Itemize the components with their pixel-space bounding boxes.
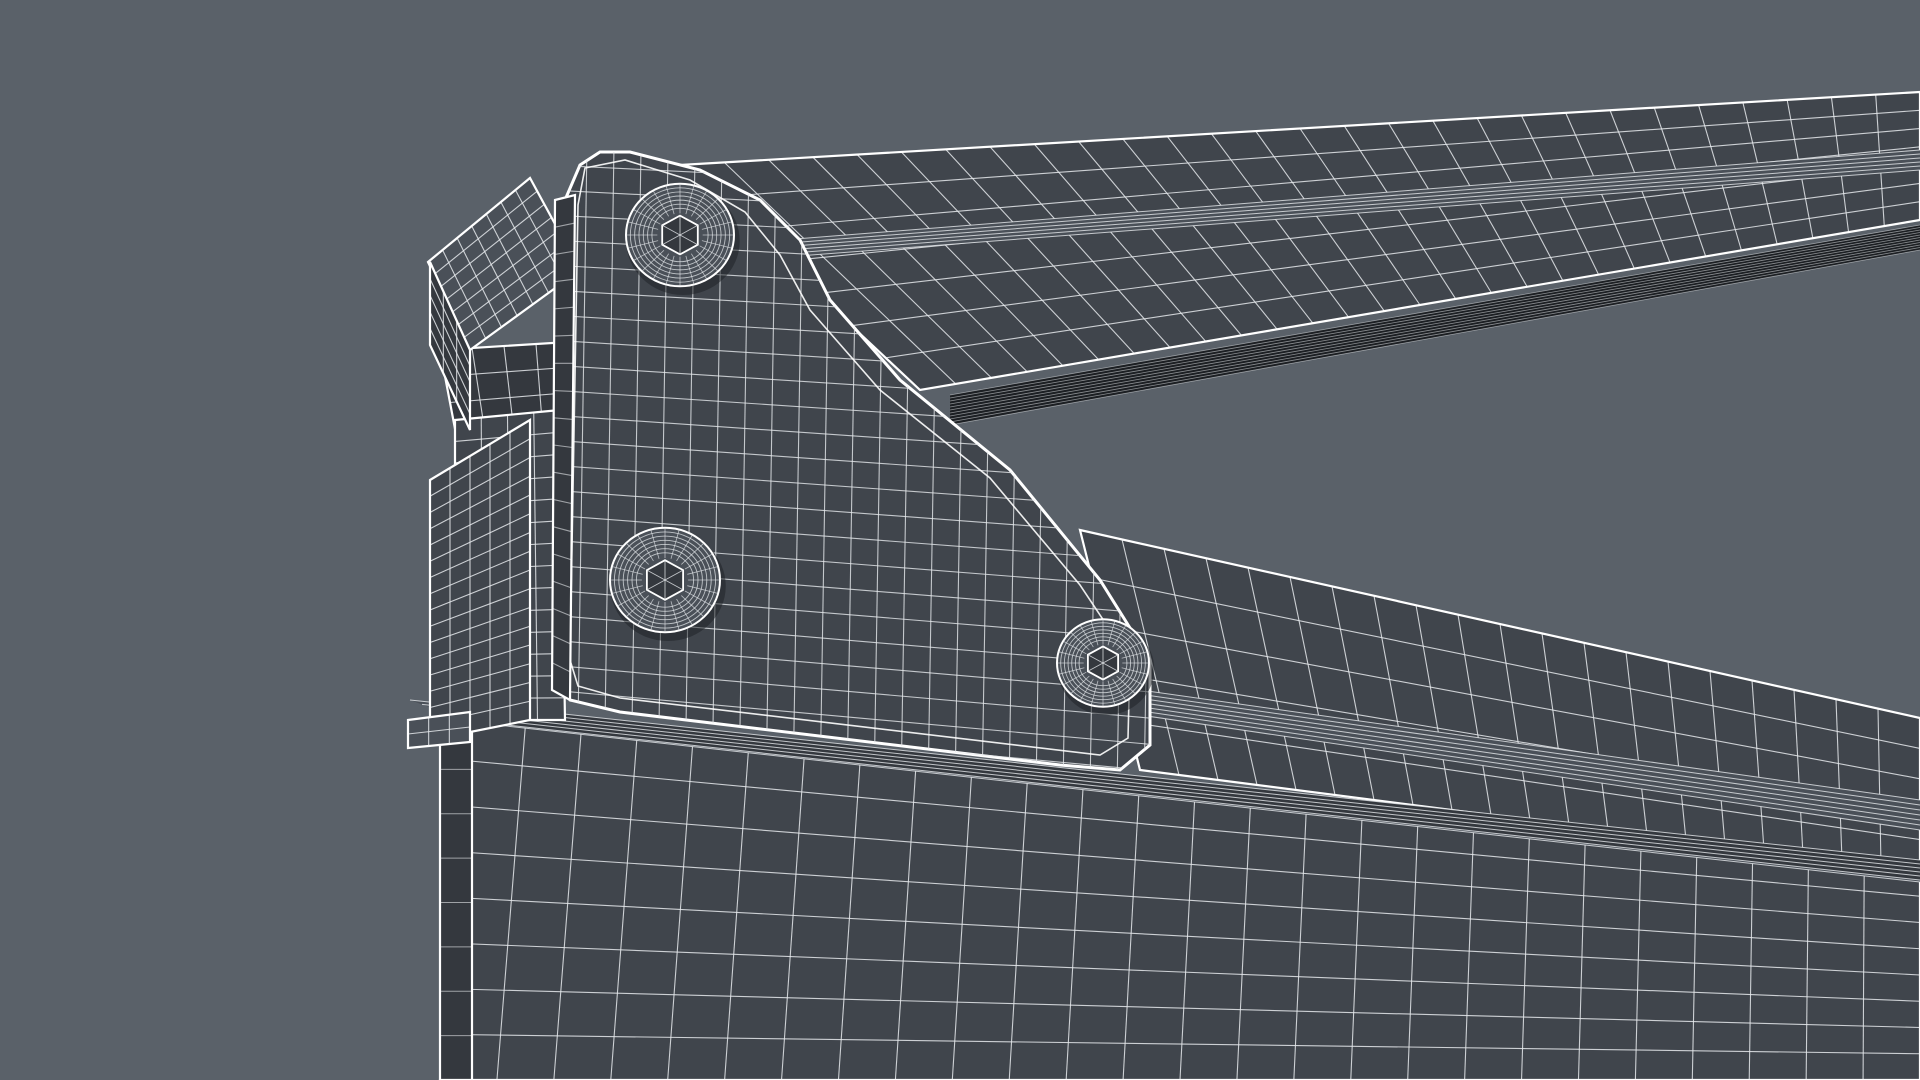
wireframe-render <box>0 0 1920 1080</box>
